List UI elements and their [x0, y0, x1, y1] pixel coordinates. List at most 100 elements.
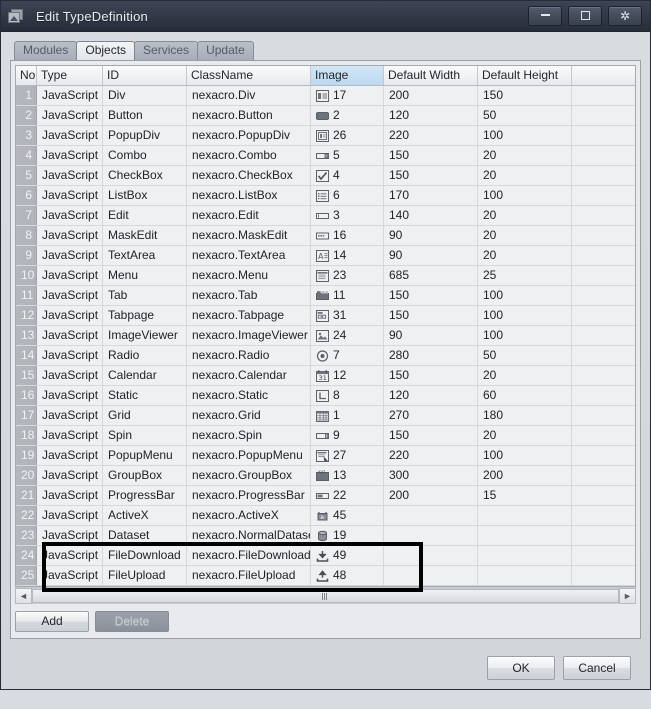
table-row[interactable]: 10 JavaScript Menu nexacro.Menu 23 685 25: [16, 266, 635, 286]
row-number-cell: 17: [16, 406, 37, 425]
objects-grid: No Type ID ClassName Image Default Width Defau…: [15, 65, 636, 587]
row-image-value: 48: [333, 568, 347, 582]
grid-column-header-default-height[interactable]: Default Height: [478, 66, 572, 85]
table-row[interactable]: 13 JavaScript ImageViewer nexacro.ImageView…: [16, 326, 635, 346]
row-type-cell: JavaScript: [37, 546, 103, 565]
row-id-cell: Edit: [103, 206, 187, 225]
tab-update-label: Update: [206, 43, 245, 57]
row-classname-cell: nexacro.Edit: [187, 206, 311, 225]
scrollbar-thumb[interactable]: [32, 589, 619, 603]
table-row[interactable]: 9 JavaScript TextArea nexacro.TextArea A 14 90…: [16, 246, 635, 266]
scroll-left-button[interactable]: ◄: [15, 588, 32, 604]
table-row[interactable]: 11 JavaScript Tab nexacro.Tab 11 150 100: [16, 286, 635, 306]
tab-services-label: Services: [143, 43, 190, 57]
row-default-width-cell: 150: [384, 306, 478, 325]
table-row[interactable]: 1 JavaScript Div nexacro.Div 17 200 150: [16, 86, 635, 106]
ok-button[interactable]: OK: [487, 656, 555, 680]
row-number-cell: 6: [16, 186, 37, 205]
row-type-cell: JavaScript: [37, 286, 103, 305]
row-default-width-cell: 150: [384, 166, 478, 185]
tab-modules[interactable]: Modules: [14, 41, 78, 60]
row-image-cell: 17: [311, 86, 384, 105]
minimize-button[interactable]: [528, 6, 562, 26]
table-row[interactable]: 8 JavaScript MaskEdit nexacro.MaskEdit 16 90 2…: [16, 226, 635, 246]
edit-icon: [316, 210, 329, 222]
table-row[interactable]: 17 JavaScript Grid nexacro.Grid 1 270 180: [16, 406, 635, 426]
row-default-width-cell: 270: [384, 406, 478, 425]
row-number-cell: 11: [16, 286, 37, 305]
row-number-cell: 23: [16, 526, 37, 545]
table-row[interactable]: 23 JavaScript Dataset nexacro.NormalDataset…: [16, 526, 635, 546]
tabpage-icon: [316, 309, 329, 322]
row-default-width-cell: [384, 546, 478, 565]
table-row[interactable]: 16 JavaScript Static nexacro.Static 8 120 60: [16, 386, 635, 406]
maximize-icon: [580, 11, 590, 21]
row-default-width-cell: [384, 566, 478, 585]
grid-column-header-no[interactable]: No: [16, 66, 37, 85]
row-type-cell: JavaScript: [37, 86, 103, 105]
row-default-height-cell: [478, 506, 572, 525]
row-type-cell: JavaScript: [37, 226, 103, 245]
tab-services[interactable]: Services: [134, 41, 199, 60]
row-default-height-cell: 200: [478, 466, 572, 485]
row-image-cell: 31 12: [311, 366, 384, 385]
row-default-width-cell: 220: [384, 126, 478, 145]
row-number-cell: 2: [16, 106, 37, 125]
table-row[interactable]: 3 JavaScript PopupDiv nexacro.PopupDiv 26 220…: [16, 126, 635, 146]
scrollbar-track[interactable]: [32, 588, 619, 604]
row-number-cell: 13: [16, 326, 37, 345]
row-image-cell: 19: [311, 526, 384, 545]
app-window-icon: [8, 7, 26, 25]
row-image-value: 27: [333, 448, 347, 462]
row-image-value: 19: [333, 528, 347, 542]
grid-column-header-id[interactable]: ID: [103, 66, 187, 85]
row-classname-cell: nexacro.PopupDiv: [187, 126, 311, 145]
grid-column-header-classname[interactable]: ClassName: [187, 66, 311, 85]
row-id-cell: Button: [103, 106, 187, 125]
row-classname-cell: nexacro.Tabpage: [187, 306, 311, 325]
table-row[interactable]: 25 JavaScript FileUpload nexacro.FileUpload…: [16, 566, 635, 586]
activex-icon: a: [316, 510, 329, 522]
cancel-button[interactable]: Cancel: [563, 656, 631, 680]
table-row[interactable]: 20 JavaScript GroupBox nexacro.GroupBox xyz 1…: [16, 466, 635, 486]
row-number-cell: 20: [16, 466, 37, 485]
table-row[interactable]: 5 JavaScript CheckBox nexacro.CheckBox 4 150 2…: [16, 166, 635, 186]
maximize-button[interactable]: [568, 6, 602, 26]
table-row[interactable]: 15 JavaScript Calendar nexacro.Calendar 31 12…: [16, 366, 635, 386]
table-row[interactable]: 12 JavaScript Tabpage nexacro.Tabpage 31 150 1…: [16, 306, 635, 326]
tab-objects-label: Objects: [85, 43, 127, 57]
table-row[interactable]: 14 JavaScript Radio nexacro.Radio 7 280 50: [16, 346, 635, 366]
table-row[interactable]: 7 JavaScript Edit nexacro.Edit 3 140 20: [16, 206, 635, 226]
row-id-cell: TextArea: [103, 246, 187, 265]
row-image-value: 17: [333, 88, 347, 102]
row-image-cell: 6: [311, 186, 384, 205]
table-row[interactable]: 22 JavaScript ActiveX nexacro.ActiveX a 45: [16, 506, 635, 526]
table-row[interactable]: 6 JavaScript ListBox nexacro.ListBox 6 170 100: [16, 186, 635, 206]
tab-update[interactable]: Update: [197, 41, 254, 60]
scroll-right-button[interactable]: ►: [619, 588, 636, 604]
table-row[interactable]: 2 JavaScript Button nexacro.Button 2 120 50: [16, 106, 635, 126]
row-image-value: 11: [333, 288, 346, 302]
table-row[interactable]: 19 JavaScript PopupMenu nexacro.PopupMenu 27…: [16, 446, 635, 466]
row-id-cell: FileUpload: [103, 566, 187, 585]
row-image-value: 12: [333, 368, 347, 382]
row-image-value: 4: [333, 168, 340, 182]
close-button[interactable]: ✲: [608, 6, 642, 26]
grid-column-header-default-width[interactable]: Default Width: [384, 66, 478, 85]
grid-column-header-type[interactable]: Type: [37, 66, 103, 85]
row-image-value: 16: [333, 228, 347, 242]
row-classname-cell: nexacro.Tab: [187, 286, 311, 305]
grid-column-header-image[interactable]: Image: [311, 66, 384, 85]
tab-objects[interactable]: Objects: [76, 41, 136, 60]
table-row[interactable]: 21 JavaScript ProgressBar nexacro.ProgressB…: [16, 486, 635, 506]
maskedit-icon: [316, 230, 329, 242]
row-image-value: 1: [333, 408, 340, 422]
window-title: Edit TypeDefinition: [36, 8, 148, 24]
add-button[interactable]: Add: [15, 610, 89, 632]
table-row[interactable]: 4 JavaScript Combo nexacro.Combo 5 150 20: [16, 146, 635, 166]
popupdiv-icon: [316, 129, 329, 142]
horizontal-scrollbar[interactable]: ◄ ►: [15, 587, 636, 604]
row-number-cell: 10: [16, 266, 37, 285]
table-row[interactable]: 18 JavaScript Spin nexacro.Spin 9 150 20: [16, 426, 635, 446]
table-row[interactable]: 24 JavaScript FileDownload nexacro.FileDown…: [16, 546, 635, 566]
